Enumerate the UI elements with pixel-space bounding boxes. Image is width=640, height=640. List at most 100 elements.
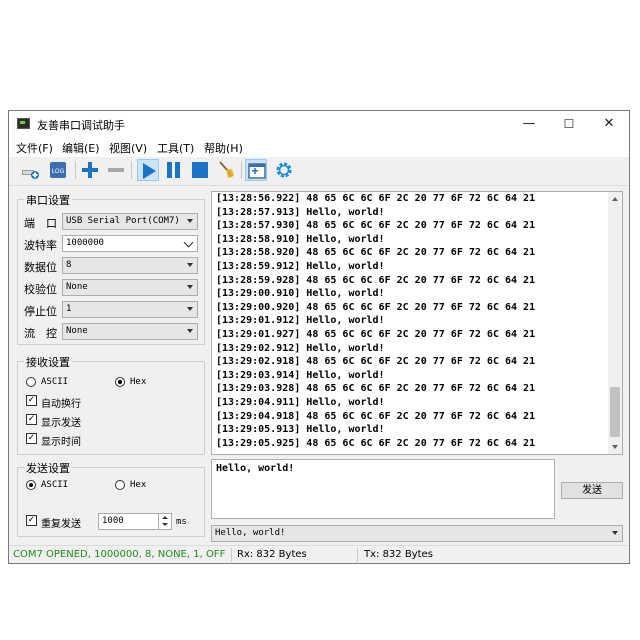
log-line: [13:29:03.914] Hello, world! — [216, 369, 385, 381]
status-separator — [231, 548, 232, 562]
chevron-down-icon — [187, 285, 193, 289]
log-line: [13:28:59.928] 48 65 6C 6C 6F 2C 20 77 6… — [216, 274, 536, 286]
log-line: [13:28:57.930] 48 65 6C 6C 6F 2C 20 77 6… — [216, 220, 536, 232]
repeat-send-checkbox[interactable]: ✓ — [26, 515, 37, 526]
log-line: [13:28:59.912] Hello, world! — [216, 260, 385, 272]
receive-log: [13:28:56.922] 48 65 6C 6C 6F 2C 20 77 6… — [216, 192, 535, 450]
status-separator — [357, 548, 358, 562]
recv-hex-radio[interactable] — [115, 377, 125, 387]
interval-stepper[interactable] — [158, 514, 171, 529]
log-line: [13:29:03.928] 48 65 6C 6C 6F 2C 20 77 6… — [216, 383, 536, 395]
status-port: COM7 OPENED, 1000000, 8, NONE, 1, OFF — [13, 549, 226, 560]
status-rx: Rx: 832 Bytes — [237, 549, 307, 560]
stopbits-select[interactable]: 1 — [62, 301, 198, 318]
play-icon[interactable] — [137, 159, 159, 181]
menu-edit[interactable]: 编辑(E) — [62, 140, 100, 156]
chevron-down-icon — [187, 307, 193, 311]
pause-icon[interactable] — [163, 159, 185, 181]
stepper-down-icon[interactable] — [162, 523, 168, 526]
chevron-down-icon — [187, 219, 193, 223]
log-line: [13:29:02.912] Hello, world! — [216, 342, 385, 354]
stepper-up-icon[interactable] — [162, 516, 168, 519]
app-window: 友善串口调试助手 — ☐ ✕ 文件(F) 编辑(E) 视图(V) 工具(T) 帮… — [8, 110, 630, 564]
log-line: [13:29:02.918] 48 65 6C 6C 6F 2C 20 77 6… — [216, 356, 536, 368]
flowctrl-label: 流 控 — [24, 327, 57, 340]
repeat-interval-input[interactable]: 1000 — [98, 513, 172, 530]
receive-settings-title: 接收设置 — [24, 354, 72, 370]
databits-value: 8 — [66, 260, 72, 270]
repeat-send-label: 重复发送 — [41, 519, 81, 530]
baud-select[interactable]: 1000000 — [62, 235, 198, 252]
show-send-checkbox[interactable]: ✓ — [26, 414, 37, 425]
send-history-select[interactable]: Hello, world! — [211, 525, 623, 542]
port-value: USB Serial Port(COM7) — [66, 216, 180, 226]
parity-value: None — [66, 282, 88, 292]
interval-unit: ms — [176, 517, 187, 527]
send-button[interactable]: 发送 — [561, 482, 623, 499]
app-icon — [17, 118, 30, 129]
maximize-button[interactable]: ☐ — [549, 111, 589, 137]
settings-gear-icon[interactable] — [273, 159, 295, 181]
toolbar: LOG — [9, 157, 629, 186]
send-history-value: Hello, world! — [215, 528, 286, 538]
log-line: [13:29:05.913] Hello, world! — [216, 424, 385, 436]
log-line: [13:29:04.918] 48 65 6C 6C 6F 2C 20 77 6… — [216, 410, 536, 422]
menu-file[interactable]: 文件(F) — [16, 140, 53, 156]
minimize-button[interactable]: — — [509, 111, 549, 137]
stopbits-label: 停止位 — [24, 305, 57, 318]
add-window-icon[interactable] — [245, 159, 267, 181]
toolbar-separator — [241, 161, 242, 179]
toolbar-separator — [75, 161, 76, 179]
show-time-checkbox[interactable]: ✓ — [26, 433, 37, 444]
show-time-label: 显示时间 — [41, 437, 81, 448]
receive-scrollbar[interactable] — [608, 192, 622, 454]
show-send-label: 显示发送 — [41, 418, 81, 429]
receive-text-area[interactable]: [13:28:56.922] 48 65 6C 6C 6F 2C 20 77 6… — [211, 191, 623, 455]
clear-broom-icon[interactable] — [215, 159, 237, 181]
new-session-icon[interactable] — [19, 159, 41, 181]
auto-wrap-checkbox[interactable]: ✓ — [26, 395, 37, 406]
log-line: [13:29:05.925] 48 65 6C 6C 6F 2C 20 77 6… — [216, 437, 536, 449]
port-label: 端 口 — [24, 217, 57, 230]
chevron-down-icon — [183, 237, 194, 248]
log-line: [13:28:57.913] Hello, world! — [216, 206, 385, 218]
send-ascii-radio[interactable] — [26, 480, 36, 490]
scroll-up-icon[interactable] — [612, 197, 618, 201]
close-button[interactable]: ✕ — [589, 111, 629, 137]
send-hex-radio[interactable] — [115, 480, 125, 490]
databits-label: 数据位 — [24, 261, 57, 274]
log-icon-label: LOG — [52, 168, 65, 175]
recv-ascii-label: ASCII — [41, 377, 69, 387]
parity-select[interactable]: None — [62, 279, 198, 296]
parity-label: 校验位 — [24, 283, 57, 296]
menu-tools[interactable]: 工具(T) — [157, 140, 194, 156]
scroll-thumb[interactable] — [610, 387, 620, 437]
menu-help[interactable]: 帮助(H) — [204, 140, 243, 156]
chevron-down-icon — [187, 329, 193, 333]
log-line: [13:28:58.920] 48 65 6C 6C 6F 2C 20 77 6… — [216, 247, 536, 259]
log-icon[interactable]: LOG — [47, 159, 69, 181]
receive-settings-group: 接收设置 ASCII Hex ✓ 自动换行 ✓ 显示发送 ✓ 显示时间 — [17, 354, 205, 455]
log-line: [13:28:58.910] Hello, world! — [216, 233, 385, 245]
add-icon[interactable] — [79, 159, 101, 181]
baud-value: 1000000 — [66, 238, 104, 248]
send-hex-label: Hex — [130, 480, 147, 490]
flowctrl-select[interactable]: None — [62, 323, 198, 340]
scroll-down-icon[interactable] — [612, 445, 618, 449]
recv-ascii-radio[interactable] — [26, 377, 36, 387]
log-line: [13:29:01.912] Hello, world! — [216, 315, 385, 327]
serial-settings-title: 串口设置 — [24, 192, 72, 208]
menu-view[interactable]: 视图(V) — [109, 140, 147, 156]
port-select[interactable]: USB Serial Port(COM7) — [62, 213, 198, 230]
window-title: 友善串口调试助手 — [37, 119, 125, 132]
log-line: [13:28:56.922] 48 65 6C 6C 6F 2C 20 77 6… — [216, 193, 536, 204]
databits-select[interactable]: 8 — [62, 257, 198, 274]
remove-icon[interactable] — [105, 159, 127, 181]
send-settings-group: 发送设置 ASCII Hex ✓ 重复发送 1000 ms — [17, 460, 205, 537]
stop-icon[interactable] — [189, 159, 211, 181]
log-line: [13:29:01.927] 48 65 6C 6C 6F 2C 20 77 6… — [216, 328, 536, 340]
status-tx: Tx: 832 Bytes — [364, 549, 433, 560]
send-text-area[interactable]: Hello, world! — [211, 459, 555, 519]
chevron-down-icon — [612, 531, 618, 535]
flowctrl-value: None — [66, 326, 88, 336]
